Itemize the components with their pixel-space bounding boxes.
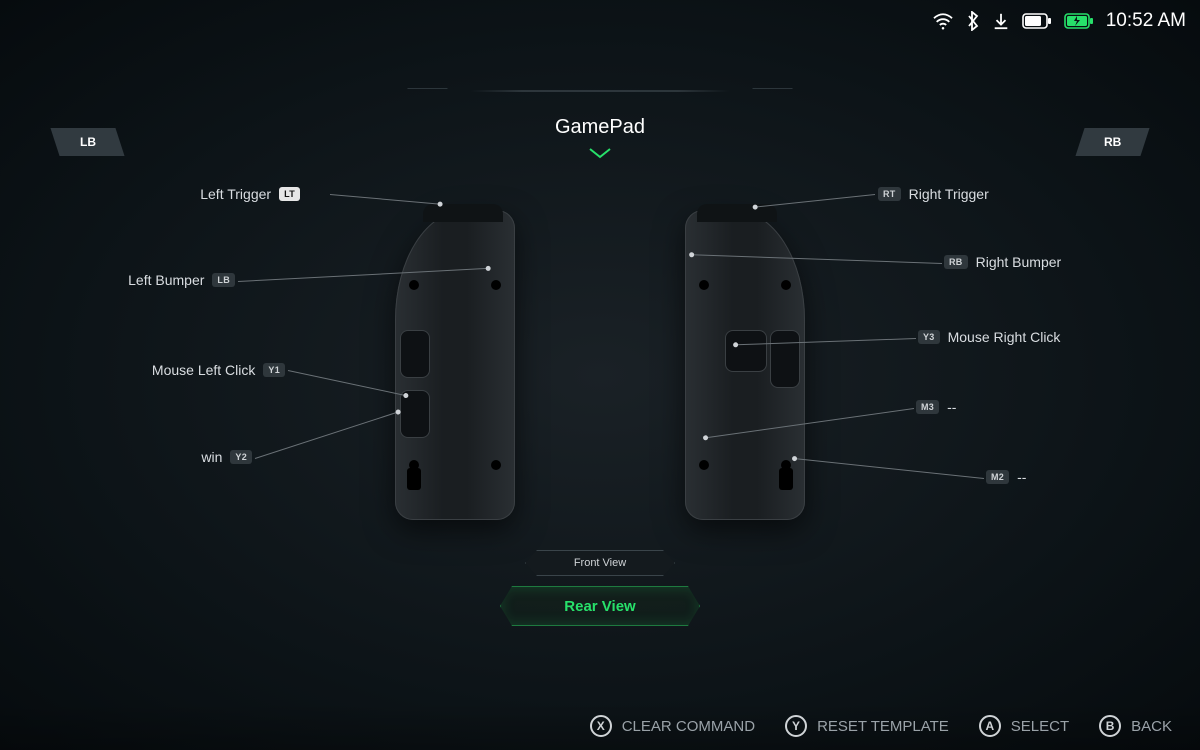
key-badge: M3 bbox=[916, 400, 939, 414]
label-left-trigger[interactable]: Left Trigger LT bbox=[200, 186, 300, 202]
label-text: -- bbox=[1017, 469, 1026, 485]
label-text: win bbox=[201, 449, 222, 465]
title-decoration bbox=[470, 90, 730, 92]
clock-text: 10:52 AM bbox=[1106, 10, 1186, 32]
key-badge: LT bbox=[279, 187, 300, 201]
action-reset-template[interactable]: Y RESET TEMPLATE bbox=[785, 715, 949, 737]
a-button-icon: A bbox=[979, 715, 1001, 737]
label-text: Mouse Left Click bbox=[152, 362, 255, 378]
label-left-bumper[interactable]: Left Bumper LB bbox=[128, 272, 235, 288]
label-text: Left Trigger bbox=[200, 186, 271, 202]
label-text: Right Trigger bbox=[909, 186, 989, 202]
battery-outline-icon bbox=[1022, 13, 1052, 29]
front-view-button[interactable]: Front View bbox=[525, 550, 675, 576]
key-badge: RB bbox=[944, 255, 968, 269]
key-badge: Y1 bbox=[263, 363, 285, 377]
bluetooth-icon bbox=[966, 11, 980, 31]
action-select[interactable]: A SELECT bbox=[979, 715, 1069, 737]
label-text: -- bbox=[947, 399, 956, 415]
label-m2[interactable]: M2 -- bbox=[986, 469, 1026, 485]
x-button-icon: X bbox=[590, 715, 612, 737]
key-badge: Y2 bbox=[230, 450, 252, 464]
action-clear-command[interactable]: X CLEAR COMMAND bbox=[590, 715, 755, 737]
key-badge: LB bbox=[212, 273, 235, 287]
action-label: BACK bbox=[1131, 718, 1172, 735]
page-title: GamePad bbox=[0, 116, 1200, 139]
controller-left bbox=[395, 210, 515, 520]
label-text: Mouse Right Click bbox=[948, 329, 1061, 345]
action-label: SELECT bbox=[1011, 718, 1069, 735]
label-mouse-right-click[interactable]: Y3 Mouse Right Click bbox=[918, 329, 1060, 345]
action-label: CLEAR COMMAND bbox=[622, 718, 755, 735]
y-button-icon: Y bbox=[785, 715, 807, 737]
label-right-trigger[interactable]: RT Right Trigger bbox=[878, 186, 989, 202]
wifi-icon bbox=[932, 12, 954, 30]
key-badge: RT bbox=[878, 187, 901, 201]
label-mouse-left-click[interactable]: Mouse Left Click Y1 bbox=[152, 362, 285, 378]
label-m3[interactable]: M3 -- bbox=[916, 399, 956, 415]
label-text: Left Bumper bbox=[128, 272, 204, 288]
action-bar: X CLEAR COMMAND Y RESET TEMPLATE A SELEC… bbox=[0, 702, 1200, 750]
rear-view-button[interactable]: Rear View bbox=[500, 586, 700, 626]
label-win[interactable]: win Y2 bbox=[201, 449, 252, 465]
action-back[interactable]: B BACK bbox=[1099, 715, 1172, 737]
label-right-bumper[interactable]: RB Right Bumper bbox=[944, 254, 1061, 270]
page-title-wrap: GamePad bbox=[0, 116, 1200, 164]
view-switcher: Front View Rear View bbox=[500, 550, 700, 626]
label-text: Right Bumper bbox=[976, 254, 1062, 270]
b-button-icon: B bbox=[1099, 715, 1121, 737]
status-bar: 10:52 AM bbox=[932, 10, 1186, 32]
key-badge: Y3 bbox=[918, 330, 940, 344]
battery-charging-icon bbox=[1064, 13, 1094, 29]
chevron-down-icon bbox=[588, 147, 612, 159]
key-badge: M2 bbox=[986, 470, 1009, 484]
download-icon bbox=[992, 12, 1010, 30]
action-label: RESET TEMPLATE bbox=[817, 718, 949, 735]
